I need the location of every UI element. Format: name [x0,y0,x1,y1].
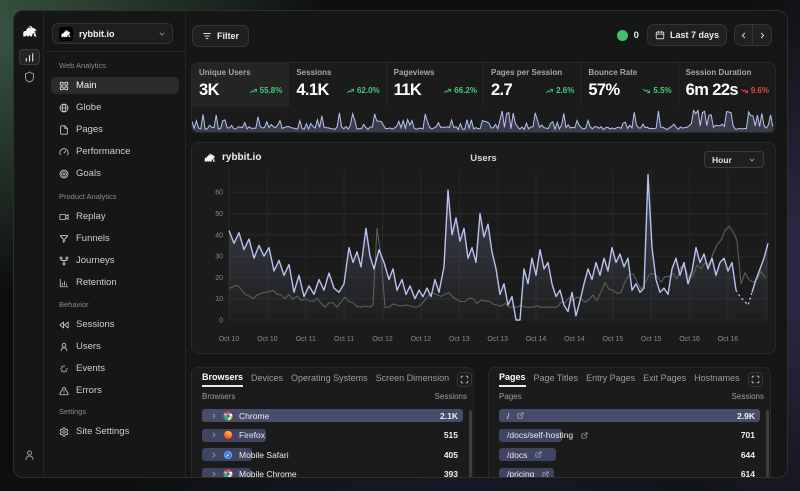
svg-text:30: 30 [215,254,223,261]
svg-text:40: 40 [215,232,223,239]
svg-text:Oct 12: Oct 12 [372,336,393,343]
svg-text:Oct 14: Oct 14 [526,336,547,343]
svg-text:Oct 15: Oct 15 [602,336,623,343]
svg-text:50: 50 [215,211,223,218]
svg-text:Oct 11: Oct 11 [334,336,354,343]
svg-text:Oct 16: Oct 16 [679,336,700,343]
svg-text:Oct 13: Oct 13 [487,336,508,343]
svg-text:Oct 10: Oct 10 [257,336,278,343]
svg-text:Oct 15: Oct 15 [641,336,662,343]
svg-text:Oct 14: Oct 14 [564,336,585,343]
svg-text:20: 20 [215,275,223,282]
svg-text:Oct 12: Oct 12 [411,336,432,343]
svg-text:10: 10 [215,296,223,303]
svg-text:60: 60 [215,190,223,197]
svg-text:Oct 11: Oct 11 [296,336,316,343]
svg-text:Oct 13: Oct 13 [449,336,470,343]
svg-text:Oct 10: Oct 10 [219,336,240,343]
svg-text:Oct 16: Oct 16 [718,336,739,343]
svg-text:0: 0 [219,318,223,325]
